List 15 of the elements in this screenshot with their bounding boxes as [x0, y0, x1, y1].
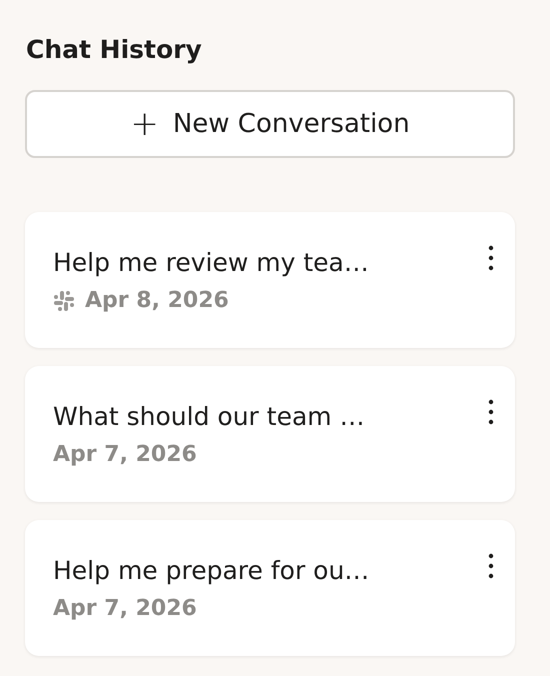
plus-icon: +: [130, 107, 159, 141]
more-options-icon[interactable]: [487, 553, 495, 579]
conversation-date: Apr 7, 2026: [53, 441, 197, 469]
conversation-title: Help me prepare for ou…: [53, 555, 370, 587]
conversation-card[interactable]: Help me review my tea… Apr 8, 2026: [25, 212, 515, 348]
conversation-card[interactable]: What should our team … Apr 7, 2026: [25, 366, 515, 502]
new-conversation-button[interactable]: + New Conversation: [25, 90, 515, 158]
conversation-title: What should our team …: [53, 401, 365, 433]
conversation-date: Apr 7, 2026: [53, 595, 197, 623]
panel-title: Chat History: [26, 34, 203, 66]
conversation-card[interactable]: Help me prepare for ou… Apr 7, 2026: [25, 520, 515, 656]
more-options-icon[interactable]: [487, 399, 495, 425]
conversation-date: Apr 8, 2026: [85, 287, 229, 315]
conversation-title: Help me review my tea…: [53, 247, 369, 279]
more-options-icon[interactable]: [487, 245, 495, 271]
